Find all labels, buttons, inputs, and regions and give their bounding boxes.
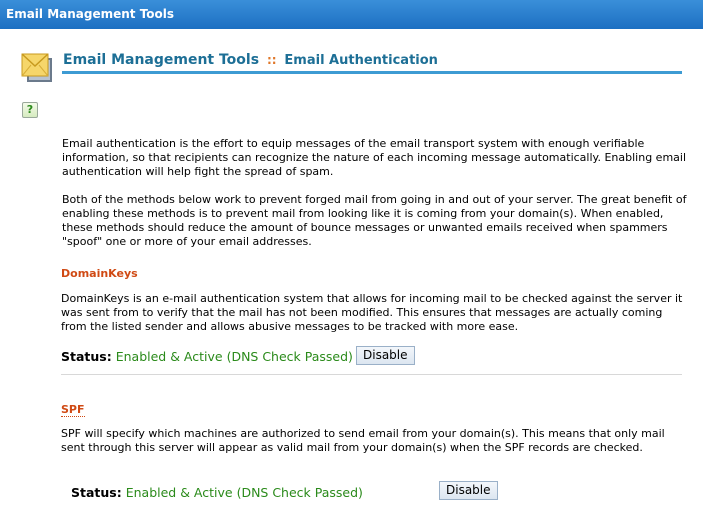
window-title: Email Management Tools <box>6 7 175 21</box>
spf-status-label: Status: <box>71 485 122 500</box>
domainkeys-status-value: Enabled & Active (DNS Check Passed) <box>115 349 353 364</box>
window-title-bar: Email Management Tools <box>0 0 703 29</box>
spf-disable-button[interactable]: Disable <box>439 481 498 500</box>
spf-description: SPF will specify which machines are auth… <box>61 427 665 454</box>
domainkeys-heading: DomainKeys <box>61 267 138 280</box>
title-separator: :: <box>266 53 277 67</box>
domainkeys-disable-button[interactable]: Disable <box>356 346 415 365</box>
page-subtitle: Email Authentication <box>284 53 438 68</box>
spf-status-value: Enabled & Active (DNS Check Passed) <box>125 485 363 500</box>
domainkeys-status-label: Status: <box>61 349 112 364</box>
help-icon[interactable]: ? <box>22 102 38 118</box>
spf-heading: SPF <box>61 403 85 417</box>
section-divider <box>61 374 682 375</box>
spf-status: Status: Enabled & Active (DNS Check Pass… <box>71 485 363 500</box>
page-title: Email Management Tools :: Email Authenti… <box>63 52 438 68</box>
header-rule <box>62 71 682 74</box>
spf-heading-label: SPF <box>61 403 85 417</box>
page-title-main: Email Management Tools <box>63 52 260 68</box>
intro-paragraph-1: Email authentication is the effort to eq… <box>62 137 687 178</box>
domainkeys-status: Status: Enabled & Active (DNS Check Pass… <box>61 349 353 364</box>
envelope-icon <box>21 50 54 86</box>
intro-paragraph-2: Both of the methods below work to preven… <box>62 193 687 248</box>
domainkeys-description: DomainKeys is an e-mail authentication s… <box>61 292 683 333</box>
